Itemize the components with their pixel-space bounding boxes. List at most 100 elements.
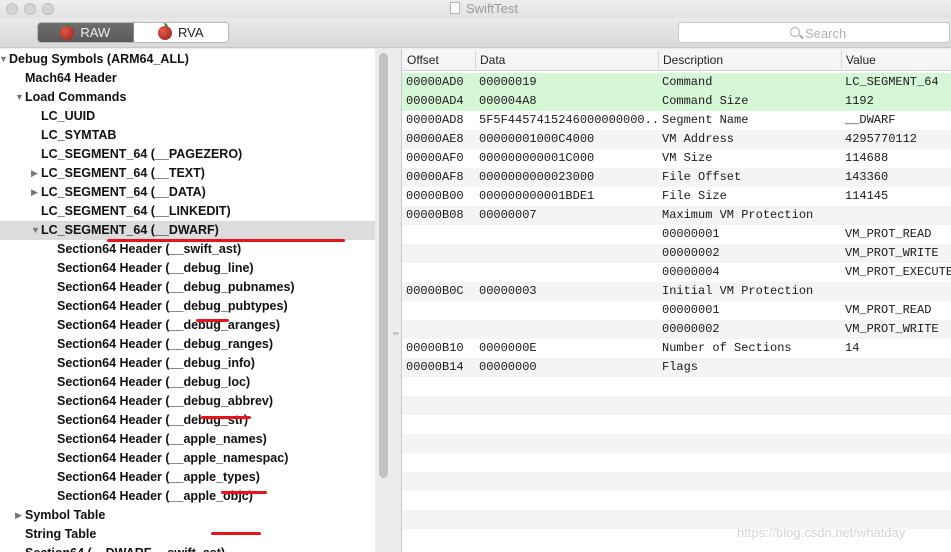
- tree-item[interactable]: ▶ Symbol Table: [0, 506, 375, 525]
- table-cell-value: VM_PROT_WRITE: [845, 322, 939, 336]
- tree-item[interactable]: Mach64 Header: [0, 69, 375, 88]
- table-row[interactable]: 00000001 VM_PROT_READ: [402, 225, 951, 244]
- table-row[interactable]: 00000AD4 000004A8 Command Size 1192: [402, 92, 951, 111]
- tree-item[interactable]: Section64 Header (__apple_objc): [0, 487, 375, 506]
- disclosure-expanded-icon[interactable]: ▼: [15, 88, 25, 107]
- table-cell-offset: 00000AD8: [406, 113, 464, 127]
- table-row[interactable]: 00000AD8 5F5F4457415246000000000... Segmen…: [402, 111, 951, 130]
- minimize-window-button[interactable]: [24, 3, 36, 15]
- table-cell-desc: VM Address: [662, 132, 735, 146]
- window-title: SwiftTest: [450, 1, 518, 16]
- tree-item[interactable]: Section64 Header (__debug_abbrev): [0, 392, 375, 411]
- tree-item[interactable]: ▶ LC_SEGMENT_64 (__DATA): [0, 183, 375, 202]
- table-cell-data: 0000000000023000: [479, 170, 595, 184]
- disclosure-collapsed-icon[interactable]: ▶: [15, 506, 25, 525]
- table-cell-value: VM_PROT_READ: [845, 303, 932, 317]
- table-row[interactable]: [402, 377, 951, 396]
- tree-item[interactable]: Section64 Header (__debug_pubnames): [0, 278, 375, 297]
- table-row[interactable]: 00000AF0 000000000001C000 VM Size 114688: [402, 149, 951, 168]
- column-header-data[interactable]: Data: [480, 53, 505, 67]
- table-cell-data: 00000001000C4000: [479, 132, 595, 146]
- tree-item[interactable]: Section64 Header (__debug_ranges): [0, 335, 375, 354]
- column-divider[interactable]: [841, 51, 842, 69]
- tree-item[interactable]: LC_SEGMENT_64 (__LINKEDIT): [0, 202, 375, 221]
- tree-item[interactable]: Section64 Header (__debug_aranges): [0, 316, 375, 335]
- table-row[interactable]: 00000004 VM_PROT_EXECUTE: [402, 263, 951, 282]
- tree-item[interactable]: Section64 Header (__apple_names): [0, 430, 375, 449]
- table-cell-desc: File Offset: [662, 170, 742, 184]
- tree-item[interactable]: Section64 Header (__apple_types): [0, 468, 375, 487]
- disclosure-collapsed-icon[interactable]: ▶: [31, 183, 41, 202]
- outline-tree[interactable]: ▼ Debug Symbols (ARM64_ALL) Mach64 Header ▼…: [0, 49, 375, 552]
- tree-item[interactable]: Section64 Header (__debug_loc): [0, 373, 375, 392]
- title-bar: SwiftTest: [0, 0, 951, 18]
- table-row[interactable]: 00000AE8 00000001000C4000 VM Address 429577…: [402, 130, 951, 149]
- column-header-value[interactable]: Value: [846, 53, 876, 67]
- tree-item[interactable]: Section64 Header (__debug_line): [0, 259, 375, 278]
- table-cell-value: 114688: [845, 151, 889, 165]
- column-header-offset[interactable]: Offset: [407, 53, 439, 67]
- tree-item[interactable]: Section64 (__DWARF,__swift_ast): [0, 544, 375, 552]
- apple-icon: [60, 23, 75, 40]
- table-row[interactable]: 00000AF8 0000000000023000 File Offset 14336…: [402, 168, 951, 187]
- table-row[interactable]: 00000001 VM_PROT_READ: [402, 301, 951, 320]
- table-row[interactable]: 00000B14 00000000 Flags: [402, 358, 951, 377]
- table-row[interactable]: 00000B0C 00000003 Initial VM Protection: [402, 282, 951, 301]
- tree-item[interactable]: ▼ Load Commands: [0, 88, 375, 107]
- table-row[interactable]: 00000002 VM_PROT_WRITE: [402, 320, 951, 339]
- table-cell-offset: 00000B00: [406, 189, 464, 203]
- disclosure-collapsed-icon[interactable]: ▶: [31, 164, 41, 183]
- tree-item[interactable]: Section64 Header (__debug_str): [0, 411, 375, 430]
- table-row[interactable]: [402, 415, 951, 434]
- tree-item[interactable]: LC_SYMTAB: [0, 126, 375, 145]
- tree-item-label: Section64 Header (__debug_info): [57, 356, 255, 370]
- rva-mode-button[interactable]: RVA: [133, 23, 228, 42]
- search-field[interactable]: [678, 22, 950, 43]
- tree-scrollbar[interactable]: [379, 53, 388, 478]
- table-row[interactable]: [402, 453, 951, 472]
- table-row[interactable]: 00000AD0 00000019 Command LC_SEGMENT_64: [402, 73, 951, 92]
- red-annotation-underline: [201, 416, 251, 419]
- table-row[interactable]: 00000B08 00000007 Maximum VM Protection: [402, 206, 951, 225]
- tree-item-label: LC_SYMTAB: [41, 128, 117, 142]
- red-annotation-underline: [107, 239, 345, 242]
- apple-icon: [157, 23, 172, 40]
- close-window-button[interactable]: [6, 3, 18, 15]
- disclosure-expanded-icon[interactable]: ▼: [31, 221, 41, 240]
- tree-item[interactable]: LC_SEGMENT_64 (__PAGEZERO): [0, 145, 375, 164]
- tree-item[interactable]: Section64 Header (__apple_namespac): [0, 449, 375, 468]
- column-divider[interactable]: [475, 51, 476, 69]
- table-cell-desc: Command Size: [662, 94, 749, 108]
- table-row[interactable]: 00000B00 000000000001BDE1 File Size 114145: [402, 187, 951, 206]
- table-cell-offset: 00000AD4: [406, 94, 464, 108]
- table-row[interactable]: 00000B10 0000000E Number of Sections 14: [402, 339, 951, 358]
- table-row[interactable]: [402, 472, 951, 491]
- tree-item[interactable]: Section64 Header (__debug_pubtypes): [0, 297, 375, 316]
- search-icon: [790, 27, 800, 37]
- zoom-window-button[interactable]: [42, 3, 54, 15]
- table-row[interactable]: [402, 396, 951, 415]
- tree-item[interactable]: LC_UUID: [0, 107, 375, 126]
- tree-item[interactable]: ▼ LC_SEGMENT_64 (__DWARF): [0, 221, 375, 240]
- disclosure-expanded-icon[interactable]: ▼: [0, 50, 9, 69]
- table-cell-desc: Flags: [662, 360, 699, 374]
- tree-item[interactable]: ▶ LC_SEGMENT_64 (__TEXT): [0, 164, 375, 183]
- search-input[interactable]: [805, 25, 945, 41]
- tree-item[interactable]: ▼ Debug Symbols (ARM64_ALL): [0, 50, 375, 69]
- tree-item[interactable]: Section64 Header (__swift_ast): [0, 240, 375, 259]
- tree-item[interactable]: Section64 Header (__debug_info): [0, 354, 375, 373]
- column-divider[interactable]: [658, 51, 659, 69]
- table-row[interactable]: 00000002 VM_PROT_WRITE: [402, 244, 951, 263]
- table-row[interactable]: [402, 491, 951, 510]
- tree-item-label: Load Commands: [25, 90, 127, 104]
- document-icon: [450, 2, 460, 14]
- column-header-description[interactable]: Description: [663, 53, 723, 67]
- tree-item-label: Section64 Header (__debug_aranges): [57, 318, 280, 332]
- tree-item-label: LC_SEGMENT_64 (__PAGEZERO): [41, 147, 243, 161]
- raw-mode-button[interactable]: RAW: [38, 23, 134, 42]
- detail-table: Offset Data Description Value 00000AD0 00…: [401, 49, 951, 552]
- table-row[interactable]: [402, 434, 951, 453]
- table-cell-desc: VM Size: [662, 151, 713, 165]
- table-cell-desc: Command: [662, 75, 713, 89]
- tree-item[interactable]: String Table: [0, 525, 375, 544]
